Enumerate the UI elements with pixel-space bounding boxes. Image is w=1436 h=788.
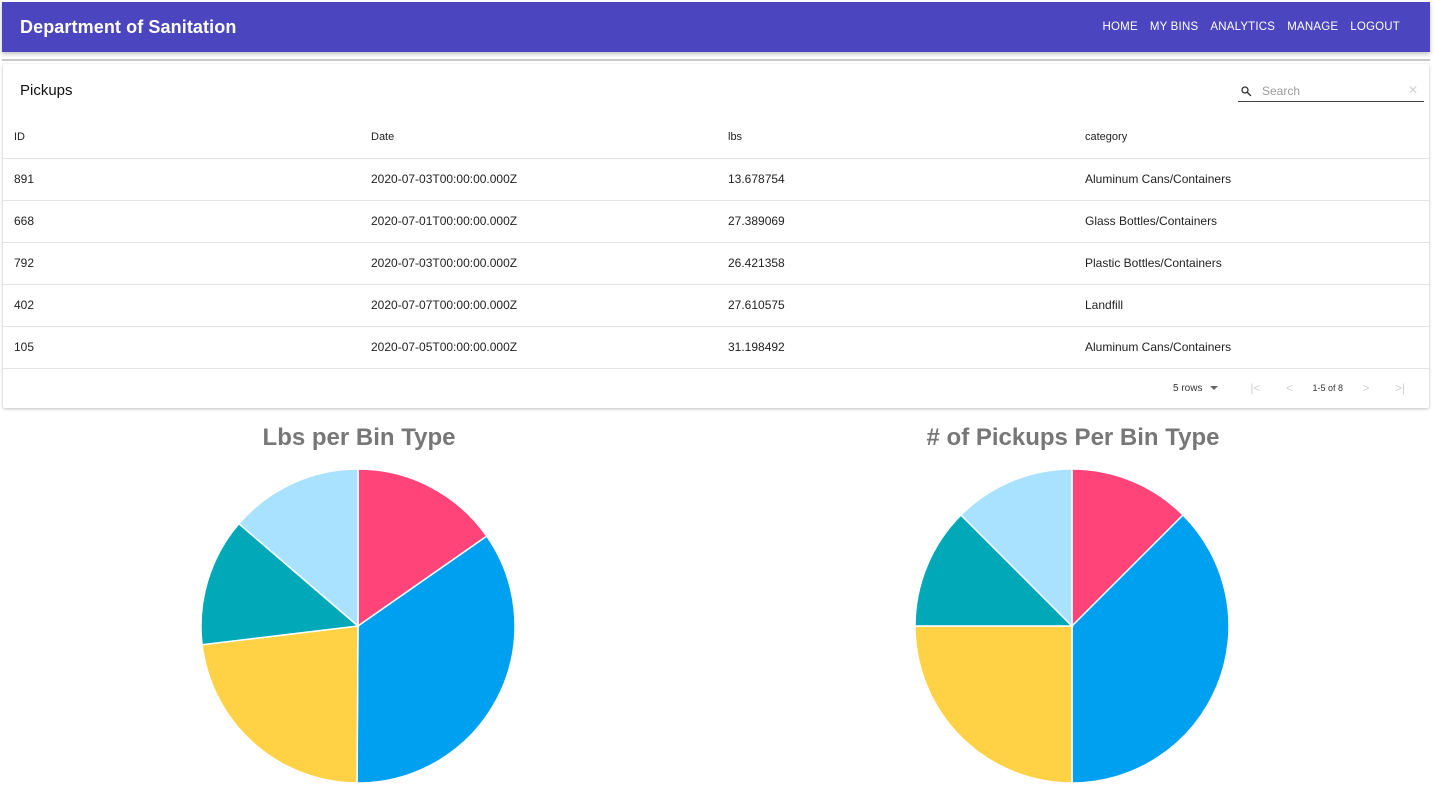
- cell-category: Landfill: [1074, 284, 1429, 327]
- cell-lbs: 27.610575: [717, 284, 1074, 327]
- pie-chart-lbs: [200, 468, 516, 784]
- search-box: ✕: [1238, 80, 1424, 102]
- nav-my-bins[interactable]: MY BINS: [1144, 17, 1204, 37]
- search-icon: [1241, 85, 1252, 96]
- search-input[interactable]: [1260, 82, 1400, 99]
- next-page-icon[interactable]: >: [1349, 381, 1383, 395]
- page-range: 1-5 of 8: [1312, 383, 1343, 393]
- cell-category: Glass Bottles/Containers: [1074, 200, 1429, 243]
- divider: [2, 59, 1430, 61]
- pie-slice[interactable]: [914, 625, 1073, 784]
- cell-lbs: 26.421358: [717, 242, 1074, 285]
- column-header-id[interactable]: ID: [3, 116, 360, 159]
- cell-date: 2020-07-03T00:00:00.000Z: [360, 242, 717, 285]
- first-page-icon[interactable]: |<: [1238, 381, 1272, 395]
- cell-lbs: 31.198492: [717, 326, 1074, 369]
- cell-id: 105: [3, 326, 360, 369]
- cell-lbs: 27.389069: [717, 200, 1074, 243]
- cell-lbs: 13.678754: [717, 158, 1074, 201]
- pie-chart-pickups: [914, 468, 1230, 784]
- rows-per-page-select[interactable]: 5 rows: [1173, 383, 1202, 394]
- cell-category: Plastic Bottles/Containers: [1074, 242, 1429, 285]
- column-header-category[interactable]: category: [1074, 116, 1429, 159]
- main-nav: HOME MY BINS ANALYTICS MANAGE LOGOUT: [1097, 17, 1406, 37]
- chart-title-pickups: # of Pickups Per Bin Type: [926, 424, 1220, 451]
- table-row[interactable]: 668 2020-07-01T00:00:00.000Z 27.389069 G…: [3, 200, 1429, 243]
- nav-logout[interactable]: LOGOUT: [1344, 17, 1406, 37]
- cell-id: 402: [3, 284, 360, 327]
- brand-title: Department of Sanitation: [20, 16, 237, 37]
- clear-icon[interactable]: ✕: [1408, 83, 1418, 97]
- table-row[interactable]: 105 2020-07-05T00:00:00.000Z 31.198492 A…: [3, 326, 1429, 369]
- table-row[interactable]: 792 2020-07-03T00:00:00.000Z 26.421358 P…: [3, 242, 1429, 285]
- cell-category: Aluminum Cans/Containers: [1074, 158, 1429, 201]
- table-header-row: ID Date lbs category: [3, 116, 1429, 159]
- cell-date: 2020-07-07T00:00:00.000Z: [360, 284, 717, 327]
- chart-title-lbs: Lbs per Bin Type: [262, 424, 456, 451]
- cell-category: Aluminum Cans/Containers: [1074, 326, 1429, 369]
- last-page-icon[interactable]: >|: [1383, 381, 1417, 395]
- column-header-date[interactable]: Date: [360, 116, 717, 159]
- cell-date: 2020-07-05T00:00:00.000Z: [360, 326, 717, 369]
- pagination: 5 rows |< < 1-5 of 8 > >|: [3, 368, 1429, 408]
- cell-id: 668: [3, 200, 360, 243]
- cell-date: 2020-07-01T00:00:00.000Z: [360, 200, 717, 243]
- cell-id: 891: [3, 158, 360, 201]
- table-row[interactable]: 402 2020-07-07T00:00:00.000Z 27.610575 L…: [3, 284, 1429, 327]
- column-header-lbs[interactable]: lbs: [717, 116, 1074, 159]
- pickups-table-card: Pickups ✕ ID Date lbs category 891 2020-…: [3, 64, 1429, 408]
- pickups-table: ID Date lbs category 891 2020-07-03T00:0…: [3, 116, 1429, 369]
- chevron-down-icon[interactable]: [1210, 386, 1219, 390]
- cell-id: 792: [3, 242, 360, 285]
- nav-home[interactable]: HOME: [1097, 17, 1144, 37]
- pie-slice[interactable]: [201, 625, 359, 784]
- previous-page-icon[interactable]: <: [1272, 381, 1306, 395]
- table-title: Pickups: [20, 82, 73, 99]
- nav-manage[interactable]: MANAGE: [1281, 17, 1344, 37]
- cell-date: 2020-07-03T00:00:00.000Z: [360, 158, 717, 201]
- nav-analytics[interactable]: ANALYTICS: [1204, 17, 1281, 37]
- app-bar: Department of Sanitation HOME MY BINS AN…: [2, 2, 1430, 52]
- table-row[interactable]: 891 2020-07-03T00:00:00.000Z 13.678754 A…: [3, 158, 1429, 201]
